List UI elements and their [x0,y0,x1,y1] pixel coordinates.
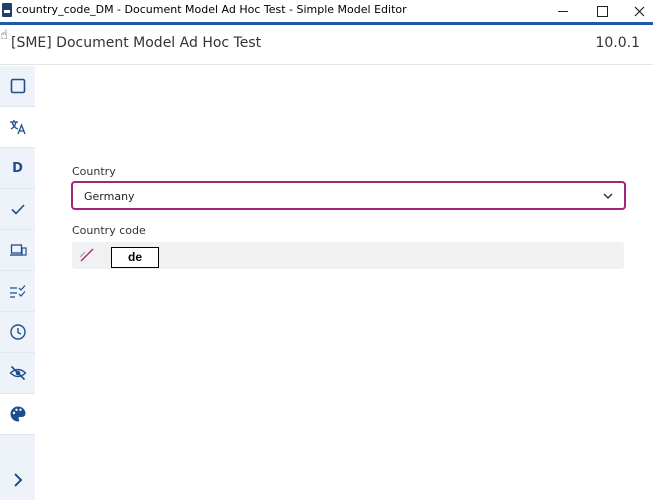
clock-icon [9,324,26,340]
eye-off-icon [8,365,27,381]
app-title: [SME] Document Model Ad Hoc Test [11,35,262,51]
sidebar-item-checklist[interactable] [0,271,35,312]
devices-icon [9,244,27,256]
app-icon [2,3,12,17]
sidebar-item-translate[interactable] [0,107,35,148]
country-select[interactable]: Germany [71,181,626,210]
version-label: 10.0.1 [595,35,640,51]
maximize-icon[interactable] [584,0,620,22]
sidebar-item-visibility[interactable] [0,353,35,394]
main-panel: Country Germany Country code de [35,66,653,500]
sidebar: D [0,66,35,500]
minimize-icon[interactable] [545,0,581,22]
translate-icon [9,120,26,135]
sidebar-expand-button[interactable] [0,459,35,500]
hand-cursor-icon: ☝ [0,28,8,43]
checklist-icon [9,285,25,298]
d-letter-icon: D [12,160,23,176]
sidebar-item-clock[interactable] [0,312,35,353]
sidebar-item-palette[interactable] [0,394,35,435]
window-titlebar: country_code_DM - Document Model Ad Hoc … [0,0,653,22]
window-title: country_code_DM - Document Model Ad Hoc … [16,3,407,16]
chevron-down-icon[interactable] [602,190,614,202]
sidebar-item-square[interactable] [0,66,35,107]
country-code-label: Country code [72,224,146,237]
app-header: ☝ [SME] Document Model Ad Hoc Test 10.0.… [0,25,653,65]
country-code-field: de [72,242,624,269]
sidebar-item-d[interactable]: D [0,148,35,189]
edit-disabled-icon [79,248,94,262]
close-icon[interactable] [621,0,653,22]
country-label: Country [72,165,116,178]
country-select-value: Germany [84,190,135,203]
palette-icon [10,406,25,422]
sidebar-item-check[interactable] [0,189,35,230]
square-icon [10,78,25,94]
country-code-value: de [111,247,159,268]
sidebar-item-devices[interactable] [0,230,35,271]
check-icon [10,204,25,215]
chevron-right-icon [13,472,22,487]
